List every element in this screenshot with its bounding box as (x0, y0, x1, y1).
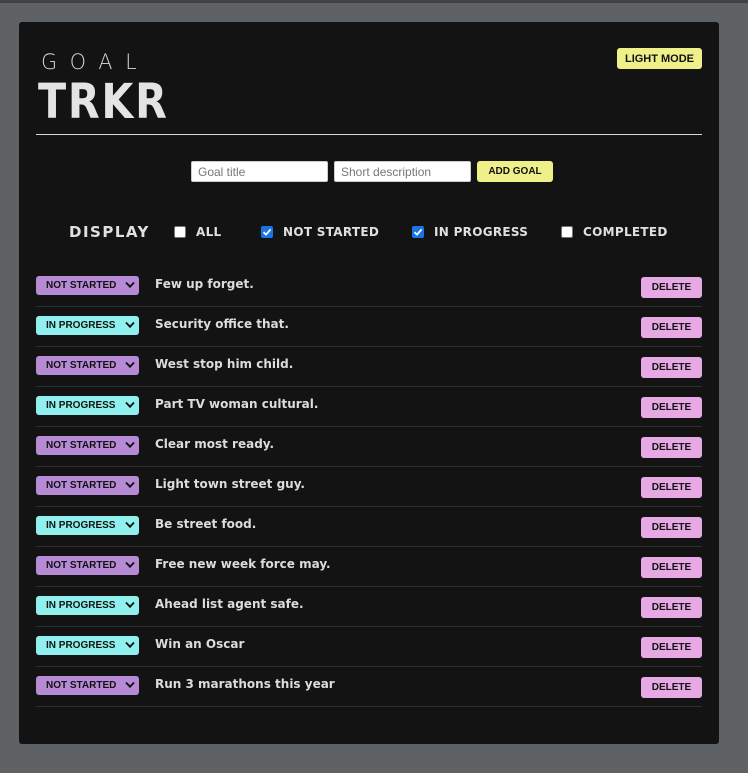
status-select-label: IN PROGRESS (46, 400, 116, 411)
filter-not-started-checkbox[interactable] (261, 226, 273, 238)
chevron-down-icon (125, 561, 135, 569)
chevron-down-icon (125, 361, 135, 369)
filter-in-progress-checkbox[interactable] (412, 226, 424, 238)
goal-row: NOT STARTED Run 3 marathons this year DELE… (36, 667, 702, 707)
goal-title: Be street food. (155, 517, 257, 531)
goal-row: NOT STARTED West stop him child. DELETE (36, 347, 702, 387)
filter-not-started[interactable]: NOT STARTED (261, 224, 379, 240)
filter-in-progress-label: IN PROGRESS (434, 225, 529, 239)
goal-row: NOT STARTED Light town street guy. DELETE (36, 467, 702, 507)
goal-title: Few up forget. (155, 277, 254, 291)
chevron-down-icon (125, 641, 135, 649)
goal-row: IN PROGRESS Part TV woman cultural. DELETE (36, 387, 702, 427)
status-select-label: NOT STARTED (46, 680, 117, 691)
logo-trkr-text: TRKR (38, 74, 169, 130)
status-select-label: IN PROGRESS (46, 320, 116, 331)
delete-button[interactable]: DELETE (641, 317, 702, 338)
filter-in-progress[interactable]: IN PROGRESS (412, 224, 528, 240)
status-select-label: IN PROGRESS (46, 640, 116, 651)
status-select-label: IN PROGRESS (46, 520, 116, 531)
chevron-down-icon (125, 441, 135, 449)
goal-title: Clear most ready. (155, 437, 275, 451)
goal-title: Ahead list agent safe. (155, 597, 304, 611)
delete-button[interactable]: DELETE (641, 517, 702, 538)
display-filter-label: DISPLAY (69, 223, 150, 241)
goal-row: NOT STARTED Few up forget. DELETE (36, 267, 702, 307)
delete-button[interactable]: DELETE (641, 437, 702, 458)
status-select[interactable]: IN PROGRESS (36, 396, 139, 415)
status-select[interactable]: NOT STARTED (36, 356, 139, 375)
delete-button[interactable]: DELETE (641, 597, 702, 618)
chevron-down-icon (125, 521, 135, 529)
goal-row: NOT STARTED Clear most ready. DELETE (36, 427, 702, 467)
status-select[interactable]: NOT STARTED (36, 436, 139, 455)
delete-button[interactable]: DELETE (641, 557, 702, 578)
filter-all[interactable]: ALL (174, 224, 221, 240)
window-top-edge (0, 0, 748, 3)
status-select[interactable]: NOT STARTED (36, 476, 139, 495)
status-select[interactable]: IN PROGRESS (36, 316, 139, 335)
goal-title-input[interactable] (191, 161, 328, 182)
filter-completed[interactable]: COMPLETED (561, 224, 668, 240)
delete-button[interactable]: DELETE (641, 677, 702, 698)
goal-title: Win an Oscar (155, 637, 245, 651)
chevron-down-icon (125, 681, 135, 689)
logo-goal-text: GOAL (41, 50, 150, 74)
goal-row: IN PROGRESS Security office that. DELETE (36, 307, 702, 347)
status-select-label: IN PROGRESS (46, 600, 116, 611)
status-select-label: NOT STARTED (46, 480, 117, 491)
filter-completed-label: COMPLETED (583, 225, 668, 239)
delete-button[interactable]: DELETE (641, 477, 702, 498)
delete-button[interactable]: DELETE (641, 397, 702, 418)
goal-title: Security office that. (155, 317, 289, 331)
status-select[interactable]: IN PROGRESS (36, 636, 139, 655)
status-select[interactable]: NOT STARTED (36, 276, 139, 295)
status-select[interactable]: IN PROGRESS (36, 596, 139, 615)
chevron-down-icon (125, 281, 135, 289)
goal-title: Run 3 marathons this year (155, 677, 335, 691)
light-mode-button[interactable]: LIGHT MODE (617, 48, 702, 69)
status-select-label: NOT STARTED (46, 440, 117, 451)
goal-row: IN PROGRESS Win an Oscar DELETE (36, 627, 702, 667)
filter-all-label: ALL (196, 225, 222, 239)
status-select-label: NOT STARTED (46, 560, 117, 571)
goal-row: NOT STARTED Free new week force may. DELET… (36, 547, 702, 587)
header-divider (36, 134, 702, 135)
short-description-input[interactable] (334, 161, 471, 182)
filter-not-started-label: NOT STARTED (283, 225, 380, 239)
filter-completed-checkbox[interactable] (561, 226, 573, 238)
goal-title: Light town street guy. (155, 477, 305, 491)
chevron-down-icon (125, 601, 135, 609)
delete-button[interactable]: DELETE (641, 277, 702, 298)
chevron-down-icon (125, 481, 135, 489)
goal-row: IN PROGRESS Ahead list agent safe. DELETE (36, 587, 702, 627)
goal-title: Part TV woman cultural. (155, 397, 319, 411)
check-icon (413, 228, 423, 236)
check-icon (262, 228, 272, 236)
add-goal-button[interactable]: ADD GOAL (477, 161, 553, 182)
filter-all-checkbox[interactable] (174, 226, 186, 238)
status-select-label: NOT STARTED (46, 280, 117, 291)
goal-title: Free new week force may. (155, 557, 331, 571)
delete-button[interactable]: DELETE (641, 637, 702, 658)
delete-button[interactable]: DELETE (641, 357, 702, 378)
status-select[interactable]: NOT STARTED (36, 676, 139, 695)
status-select[interactable]: NOT STARTED (36, 556, 139, 575)
chevron-down-icon (125, 321, 135, 329)
goal-title: West stop him child. (155, 357, 294, 371)
status-select-label: NOT STARTED (46, 360, 117, 371)
status-select[interactable]: IN PROGRESS (36, 516, 139, 535)
goal-row: IN PROGRESS Be street food. DELETE (36, 507, 702, 547)
chevron-down-icon (125, 401, 135, 409)
